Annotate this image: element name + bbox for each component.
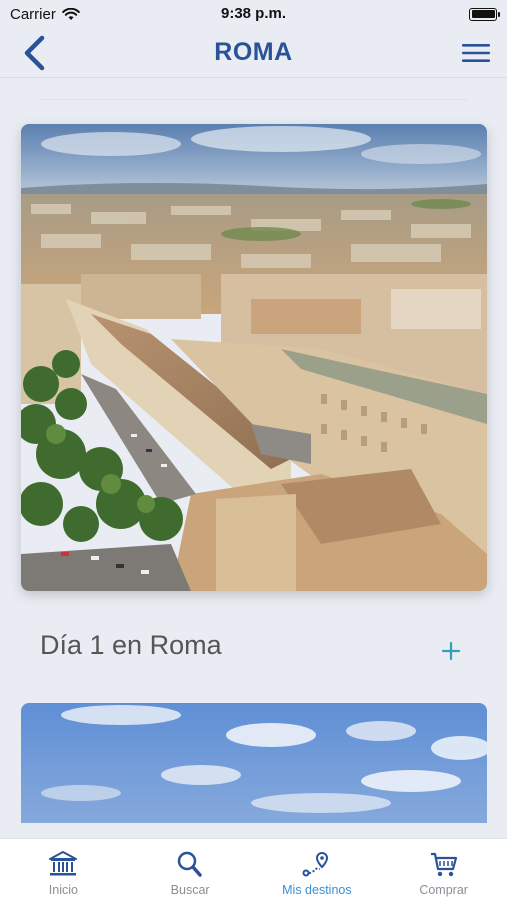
- tab-label: Buscar: [170, 883, 210, 897]
- tab-inicio[interactable]: Inicio: [0, 839, 127, 900]
- tab-label: Inicio: [48, 883, 78, 897]
- day-photo-card[interactable]: [21, 703, 487, 823]
- add-plus-icon[interactable]: [440, 640, 462, 662]
- sky-photo: [21, 703, 487, 823]
- tab-bar: Inicio Buscar Mis destinos Comprar: [0, 838, 507, 900]
- tab-label: Comprar: [419, 883, 468, 897]
- battery-icon: [469, 7, 500, 21]
- navigation-bar: ROMA: [0, 28, 507, 78]
- tab-label: Mis destinos: [282, 883, 352, 897]
- vatican-aerial-photo: [21, 124, 487, 591]
- search-icon: [177, 851, 202, 877]
- section-title: Día 1 en Roma: [40, 630, 222, 660]
- back-chevron-icon[interactable]: [20, 35, 50, 71]
- cart-icon: [430, 852, 457, 877]
- route-icon: [302, 851, 328, 877]
- divider: [40, 99, 467, 100]
- tab-comprar[interactable]: Comprar: [380, 839, 507, 900]
- status-bar: Carrier 9:38 p.m.: [0, 0, 507, 28]
- museum-icon: [49, 851, 78, 876]
- destination-photo-card[interactable]: [21, 124, 487, 591]
- page-title: ROMA: [214, 38, 293, 66]
- tab-mis-destinos[interactable]: Mis destinos: [254, 839, 381, 900]
- hamburger-menu-icon[interactable]: [461, 40, 491, 66]
- tab-buscar[interactable]: Buscar: [127, 839, 254, 900]
- clock: 9:38 p.m.: [220, 5, 287, 22]
